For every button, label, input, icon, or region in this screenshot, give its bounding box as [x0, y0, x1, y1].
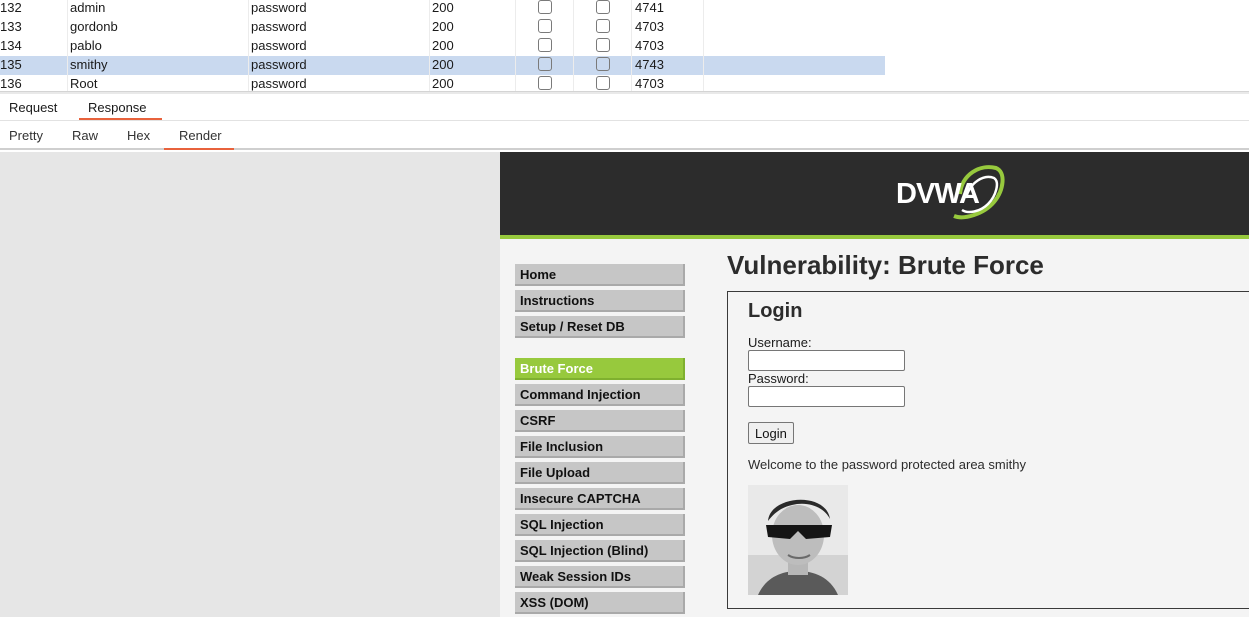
password-cell: password [251, 0, 307, 15]
results-table: 136 Root password 200 4703 135 smithy password 2… [0, 0, 885, 91]
column-divider [67, 0, 68, 91]
menu-item-csrf[interactable]: CSRF [515, 410, 685, 432]
username-cell: pablo [70, 38, 102, 53]
login-box: Login Username: Password: Login Welcome … [727, 291, 1249, 609]
status-cell: 200 [432, 57, 454, 72]
row-checkbox[interactable] [596, 57, 610, 71]
length-cell: 4703 [635, 76, 664, 91]
row-number: 135 [0, 57, 22, 72]
row-checkbox[interactable] [538, 0, 552, 14]
dvwa-logo-text: DVWA [896, 178, 980, 210]
column-divider [515, 0, 516, 91]
welcome-message: Welcome to the password protected area s… [748, 457, 1026, 472]
menu-item-weak-session-ids[interactable]: Weak Session IDs [515, 566, 685, 588]
status-cell: 200 [432, 38, 454, 53]
username-cell: admin [70, 0, 106, 15]
table-row[interactable]: 136 Root password 200 4703 [0, 75, 885, 91]
username-label: Username: [748, 335, 812, 350]
menu-item-home[interactable]: Home [515, 264, 685, 286]
message-tabs: Request Response [0, 95, 1249, 121]
render-background [0, 152, 500, 617]
login-heading: Login [748, 300, 803, 322]
page-title: Vulnerability: Brute Force [727, 250, 1044, 280]
tab-hex[interactable]: Hex [118, 122, 159, 148]
length-cell: 4743 [635, 57, 664, 72]
password-label: Password: [748, 371, 809, 386]
menu-item-file-inclusion[interactable]: File Inclusion [515, 436, 685, 458]
status-cell: 200 [432, 76, 454, 91]
length-cell: 4703 [635, 19, 664, 34]
row-number: 133 [0, 19, 22, 34]
tab-raw[interactable]: Raw [63, 122, 107, 148]
password-cell: password [251, 38, 307, 53]
table-row[interactable]: 133 gordonb password 200 4703 [0, 18, 885, 37]
column-divider [631, 0, 632, 91]
tab-request[interactable]: Request [0, 95, 66, 120]
status-cell: 200 [432, 0, 454, 15]
login-button[interactable]: Login [748, 422, 794, 444]
rendered-page: DVWA Home Instructions Setup / Reset DB Bru… [500, 152, 1249, 617]
table-row[interactable]: 132 admin password 200 4741 [0, 0, 885, 18]
view-tabs: Pretty Raw Hex Render [0, 122, 1249, 150]
username-cell: smithy [70, 57, 108, 72]
row-checkbox[interactable] [538, 57, 552, 71]
menu-item-xss-dom[interactable]: XSS (DOM) [515, 592, 685, 614]
password-cell: password [251, 57, 307, 72]
row-checkbox[interactable] [596, 19, 610, 33]
menu-item-instructions[interactable]: Instructions [515, 290, 685, 312]
header-accent-line [500, 235, 1249, 239]
row-checkbox[interactable] [538, 19, 552, 33]
table-row[interactable]: 135 smithy password 200 4743 [0, 56, 885, 75]
tab-render[interactable]: Render [164, 122, 234, 150]
row-checkbox[interactable] [538, 38, 552, 52]
table-row[interactable]: 134 pablo password 200 4703 [0, 37, 885, 56]
column-divider [429, 0, 430, 91]
menu-item-setup-reset-db[interactable]: Setup / Reset DB [515, 316, 685, 338]
row-checkbox[interactable] [538, 76, 552, 90]
username-input[interactable] [748, 350, 905, 371]
column-divider [703, 0, 704, 91]
password-input[interactable] [748, 386, 905, 407]
menu-item-file-upload[interactable]: File Upload [515, 462, 685, 484]
length-cell: 4741 [635, 0, 664, 15]
username-cell: gordonb [70, 19, 118, 34]
dvwa-menu: Home Instructions Setup / Reset DB Brute Fo… [515, 264, 685, 617]
user-avatar-image [748, 485, 848, 595]
dvwa-logo: DVWA [896, 165, 1005, 220]
menu-item-command-injection[interactable]: Command Injection [515, 384, 685, 406]
password-cell: password [251, 76, 307, 91]
row-checkbox[interactable] [596, 76, 610, 90]
tab-response[interactable]: Response [79, 95, 162, 120]
row-number: 136 [0, 76, 22, 91]
dvwa-header: DVWA [500, 152, 1249, 235]
row-number: 132 [0, 0, 22, 15]
tab-pretty[interactable]: Pretty [0, 122, 52, 148]
status-cell: 200 [432, 19, 454, 34]
row-number: 134 [0, 38, 22, 53]
pane-splitter[interactable] [0, 91, 1249, 94]
menu-item-brute-force[interactable]: Brute Force [515, 358, 685, 380]
menu-item-insecure-captcha[interactable]: Insecure CAPTCHA [515, 488, 685, 510]
column-divider [573, 0, 574, 91]
row-checkbox[interactable] [596, 38, 610, 52]
menu-item-sql-injection[interactable]: SQL Injection [515, 514, 685, 536]
length-cell: 4703 [635, 38, 664, 53]
menu-item-sql-injection-blind[interactable]: SQL Injection (Blind) [515, 540, 685, 562]
column-divider [248, 0, 249, 91]
username-cell: Root [70, 76, 98, 91]
row-checkbox[interactable] [596, 0, 610, 14]
password-cell: password [251, 19, 307, 34]
